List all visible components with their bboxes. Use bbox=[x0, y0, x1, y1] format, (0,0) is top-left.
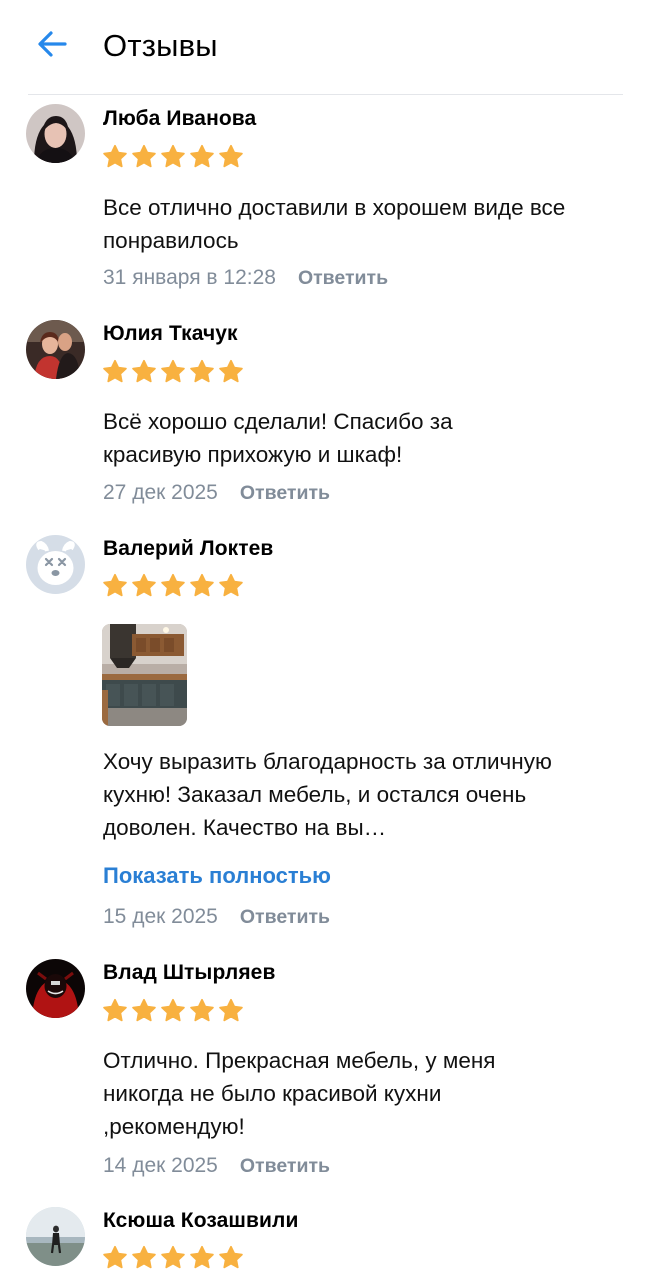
review-date[interactable]: 14 дек 2025 bbox=[103, 1154, 218, 1178]
reply-button[interactable]: Ответить bbox=[240, 482, 330, 505]
star-icon bbox=[189, 359, 215, 385]
review-date[interactable]: 31 января в 12:28 bbox=[103, 266, 276, 290]
review-text: Хочу выразить благодарность за отличную … bbox=[103, 749, 552, 840]
back-button[interactable] bbox=[28, 20, 76, 68]
rating-stars bbox=[102, 144, 244, 170]
star-icon bbox=[189, 1245, 215, 1271]
review-author[interactable]: Влад Штырляев bbox=[103, 960, 275, 986]
star-icon bbox=[218, 998, 244, 1024]
avatar[interactable] bbox=[26, 1207, 85, 1266]
review-text: Отлично. Прекрасная мебель, у меня никог… bbox=[103, 1048, 496, 1139]
rating-stars bbox=[102, 998, 244, 1024]
avatar[interactable] bbox=[26, 320, 85, 379]
reply-button[interactable]: Ответить bbox=[298, 267, 388, 290]
review-meta: 14 дек 2025 Ответить bbox=[103, 1151, 330, 1181]
review-date[interactable]: 27 дек 2025 bbox=[103, 481, 218, 505]
star-icon bbox=[189, 998, 215, 1024]
arrow-left-icon bbox=[38, 31, 67, 57]
avatar[interactable] bbox=[26, 104, 85, 163]
star-icon bbox=[189, 573, 215, 599]
divider bbox=[28, 94, 623, 95]
rating-stars bbox=[102, 1245, 244, 1271]
star-icon bbox=[218, 1245, 244, 1271]
review-meta: 27 дек 2025 Ответить bbox=[103, 478, 330, 508]
page-title: Отзывы bbox=[103, 28, 218, 63]
review-author[interactable]: Люба Иванова bbox=[103, 106, 256, 132]
star-icon bbox=[160, 1245, 186, 1271]
star-icon bbox=[131, 359, 157, 385]
review-text: Всё хорошо сделали! Спасибо за красивую … bbox=[103, 409, 453, 467]
star-icon bbox=[131, 998, 157, 1024]
star-icon bbox=[160, 144, 186, 170]
star-icon bbox=[102, 144, 128, 170]
avatar[interactable] bbox=[26, 959, 85, 1018]
review-text: Все отлично доставили в хорошем виде все… bbox=[103, 195, 566, 253]
reply-button[interactable]: Ответить bbox=[240, 906, 330, 929]
top-bar: Отзывы bbox=[0, 0, 651, 94]
star-icon bbox=[160, 573, 186, 599]
star-icon bbox=[102, 573, 128, 599]
review-meta: 31 января в 12:28 Ответить bbox=[103, 263, 388, 293]
star-icon bbox=[160, 998, 186, 1024]
star-icon bbox=[189, 144, 215, 170]
review-meta: 15 дек 2025 Ответить bbox=[103, 902, 330, 932]
star-icon bbox=[102, 359, 128, 385]
star-icon bbox=[218, 359, 244, 385]
rating-stars bbox=[102, 359, 244, 385]
star-icon bbox=[131, 573, 157, 599]
star-icon bbox=[102, 1245, 128, 1271]
avatar[interactable] bbox=[26, 535, 85, 594]
review-photo[interactable] bbox=[102, 624, 187, 726]
star-icon bbox=[218, 573, 244, 599]
star-icon bbox=[131, 1245, 157, 1271]
reply-button[interactable]: Ответить bbox=[240, 1155, 330, 1178]
review-date[interactable]: 15 дек 2025 bbox=[103, 905, 218, 929]
star-icon bbox=[131, 144, 157, 170]
review-author[interactable]: Валерий Локтев bbox=[103, 536, 273, 562]
star-icon bbox=[102, 998, 128, 1024]
review-author[interactable]: Юлия Ткачук bbox=[103, 321, 238, 347]
star-icon bbox=[218, 144, 244, 170]
rating-stars bbox=[102, 573, 244, 599]
show-more-link[interactable]: Показать полностью bbox=[103, 861, 331, 891]
star-icon bbox=[160, 359, 186, 385]
review-author[interactable]: Ксюша Козашвили bbox=[103, 1208, 298, 1234]
